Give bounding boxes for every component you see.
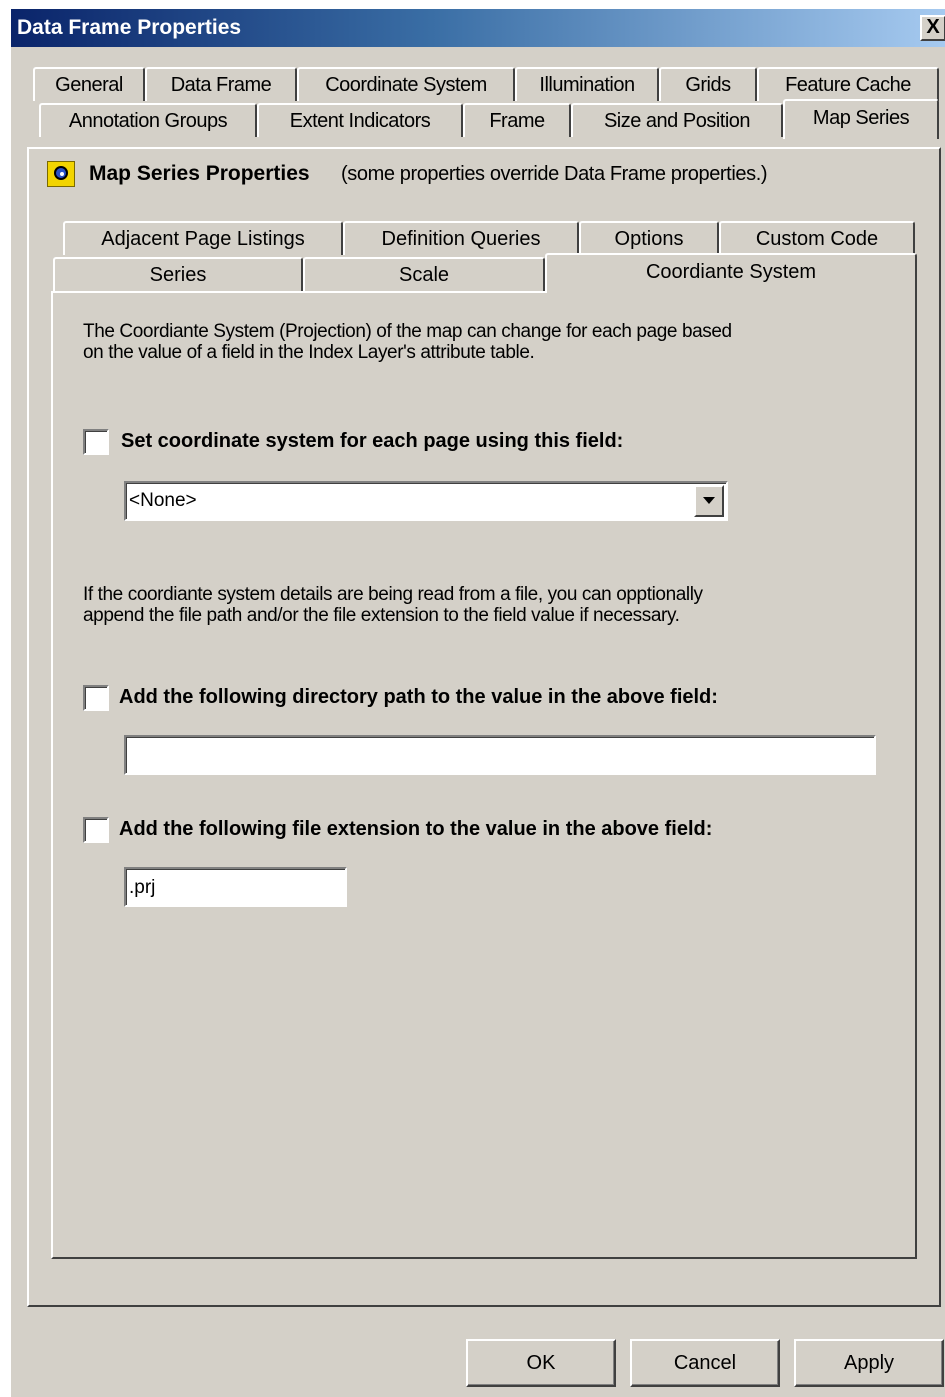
tab-general[interactable]: General xyxy=(33,67,145,101)
tab-definition-queries[interactable]: Definition Queries xyxy=(343,221,579,255)
tab-data-frame[interactable]: Data Frame xyxy=(145,67,297,101)
tab-map-series[interactable]: Map Series xyxy=(783,99,939,139)
chevron-down-icon xyxy=(703,497,715,504)
field-select-value: <None> xyxy=(129,490,197,511)
tab-feature-cache[interactable]: Feature Cache xyxy=(757,67,939,101)
apply-button[interactable]: Apply xyxy=(794,1339,944,1387)
dir-path-label[interactable]: Add the following directory path to the … xyxy=(119,686,718,709)
tab-scale[interactable]: Scale xyxy=(303,257,545,291)
window-title: Data Frame Properties xyxy=(17,16,242,39)
dropdown-arrow-button[interactable] xyxy=(694,485,724,517)
dir-path-input[interactable] xyxy=(124,735,876,775)
intro-line-1: The Coordiante System (Projection) of th… xyxy=(83,321,732,342)
file-note-line-2: append the file path and/or the file ext… xyxy=(83,605,680,626)
set-cs-label[interactable]: Set coordinate system for each page usin… xyxy=(121,430,623,453)
file-note-line-1: If the coordiante system details are bei… xyxy=(83,584,703,605)
tab-coordiante-system[interactable]: Coordiante System xyxy=(545,253,917,293)
ext-label[interactable]: Add the following file extension to the … xyxy=(119,818,712,841)
title-bar[interactable]: Data Frame Properties X xyxy=(11,9,945,47)
dialog-window: Data Frame Properties X General Data Fra… xyxy=(10,8,945,1397)
tab-custom-code[interactable]: Custom Code xyxy=(719,221,915,255)
tab-series[interactable]: Series xyxy=(53,257,303,291)
field-select[interactable]: <None> xyxy=(124,481,728,521)
heading-title: Map Series Properties xyxy=(89,162,310,185)
map-series-icon xyxy=(47,161,75,187)
close-button[interactable]: X xyxy=(920,15,945,41)
tab-options[interactable]: Options xyxy=(579,221,719,255)
intro-text: The Coordiante System (Projection) of th… xyxy=(83,321,732,363)
ext-input[interactable]: .prj xyxy=(124,867,347,907)
heading-note: (some properties override Data Frame pro… xyxy=(341,163,768,185)
tab-size-and-position[interactable]: Size and Position xyxy=(571,103,783,137)
cancel-button[interactable]: Cancel xyxy=(630,1339,780,1387)
tab-extent-indicators[interactable]: Extent Indicators xyxy=(257,103,463,137)
tab-annotation-groups[interactable]: Annotation Groups xyxy=(39,103,257,137)
ok-button[interactable]: OK xyxy=(466,1339,616,1387)
ext-checkbox[interactable] xyxy=(83,817,109,843)
dir-path-checkbox[interactable] xyxy=(83,685,109,711)
tab-adjacent-page-listings[interactable]: Adjacent Page Listings xyxy=(63,221,343,255)
intro-line-2: on the value of a field in the Index Lay… xyxy=(83,342,535,363)
tab-illumination[interactable]: Illumination xyxy=(515,67,659,101)
file-note-text: If the coordiante system details are bei… xyxy=(83,584,703,626)
set-cs-checkbox[interactable] xyxy=(83,429,109,455)
tab-frame[interactable]: Frame xyxy=(463,103,571,137)
tab-grids[interactable]: Grids xyxy=(659,67,757,101)
tab-coordinate-system[interactable]: Coordinate System xyxy=(297,67,515,101)
